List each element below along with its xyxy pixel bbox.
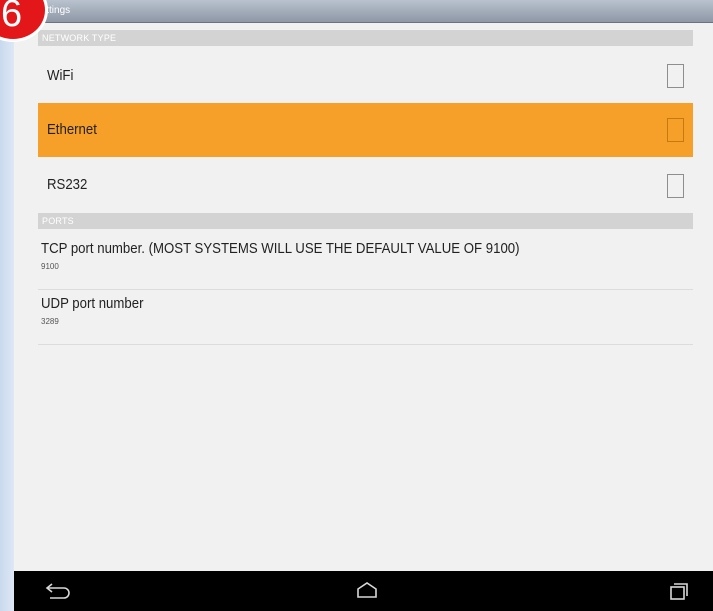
home-icon[interactable] [352, 579, 382, 603]
rs232-checkbox[interactable] [667, 174, 684, 198]
network-option-ethernet[interactable]: Ethernet [38, 103, 693, 157]
udp-port-title: UDP port number [41, 295, 144, 312]
section-header-label: PORTS [42, 216, 74, 226]
udp-port-setting[interactable]: UDP port number 3289 [38, 290, 693, 345]
network-option-label: WiFi [47, 67, 74, 84]
tcp-port-value: 9100 [41, 262, 59, 271]
title-bar: Settings [14, 0, 713, 23]
network-option-rs232[interactable]: RS232 [38, 157, 693, 213]
network-option-label: Ethernet [47, 121, 97, 138]
tcp-port-title: TCP port number. (MOST SYSTEMS WILL USE … [41, 240, 520, 257]
wifi-checkbox[interactable] [667, 64, 684, 88]
network-option-label: RS232 [47, 176, 88, 193]
section-header-network-type: NETWORK TYPE [38, 30, 693, 46]
section-header-label: NETWORK TYPE [42, 33, 117, 43]
network-option-wifi[interactable]: WiFi [38, 48, 693, 103]
back-icon[interactable] [42, 579, 72, 603]
settings-screen: Settings NETWORK TYPE WiFi Ethernet RS23… [14, 0, 713, 611]
recent-apps-icon[interactable] [662, 579, 692, 603]
ethernet-checkbox[interactable] [667, 118, 684, 142]
udp-port-value: 3289 [41, 317, 59, 326]
section-header-ports: PORTS [38, 213, 693, 229]
step-number: 6 [1, 0, 23, 35]
tcp-port-setting[interactable]: TCP port number. (MOST SYSTEMS WILL USE … [38, 235, 693, 290]
navigation-bar [14, 571, 713, 611]
